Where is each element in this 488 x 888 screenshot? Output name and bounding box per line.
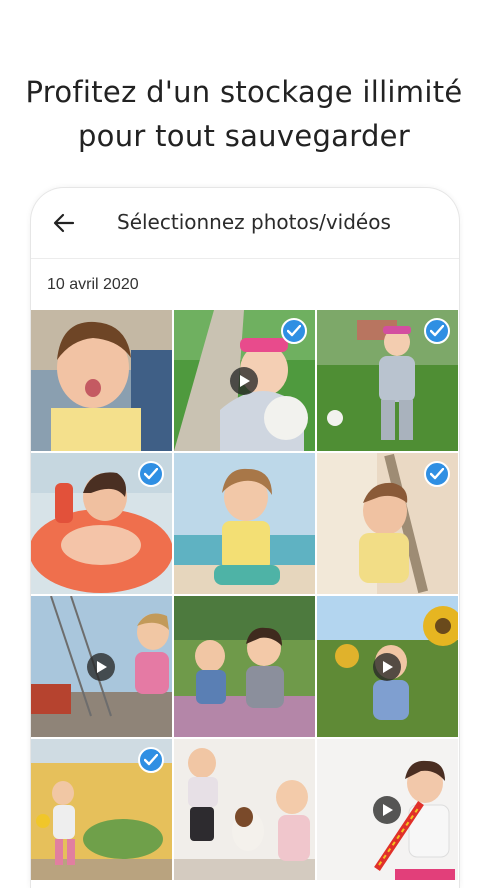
photo-image	[31, 310, 172, 451]
selected-check-icon[interactable]	[138, 461, 164, 487]
headline-line-2: pour tout sauvegarder	[77, 119, 411, 153]
photo-thumbnail[interactable]	[174, 739, 315, 880]
headline-line-1: Profitez d'un stockage illimité	[25, 75, 463, 109]
photo-thumbnail[interactable]	[31, 596, 172, 737]
photo-grid	[31, 310, 459, 880]
photo-image	[174, 739, 315, 880]
play-icon	[373, 796, 401, 824]
photo-thumbnail[interactable]	[174, 596, 315, 737]
photo-thumbnail[interactable]	[31, 310, 172, 451]
photo-selector-card: Sélectionnez photos/vidéos 10 avril 2020	[30, 187, 460, 888]
play-icon	[230, 367, 258, 395]
photo-thumbnail[interactable]	[31, 739, 172, 880]
photo-thumbnail[interactable]	[317, 739, 458, 880]
play-icon	[87, 653, 115, 681]
photo-thumbnail[interactable]	[174, 310, 315, 451]
selected-check-icon[interactable]	[281, 318, 307, 344]
photo-thumbnail[interactable]	[317, 453, 458, 594]
photo-thumbnail[interactable]	[317, 310, 458, 451]
play-icon	[373, 653, 401, 681]
photo-thumbnail[interactable]	[174, 453, 315, 594]
selector-title: Sélectionnez photos/vidéos	[117, 210, 391, 234]
selected-check-icon[interactable]	[424, 461, 450, 487]
headline: Profitez d'un stockage illimité pour tou…	[0, 70, 488, 158]
photo-thumbnail[interactable]	[31, 453, 172, 594]
selected-check-icon[interactable]	[138, 747, 164, 773]
photo-image	[174, 596, 315, 737]
photo-thumbnail[interactable]	[317, 596, 458, 737]
photo-image	[174, 453, 315, 594]
back-button[interactable]	[51, 210, 77, 236]
date-header: 10 avril 2020	[47, 276, 139, 293]
arrow-left-icon	[53, 213, 75, 233]
selector-top-bar: Sélectionnez photos/vidéos	[31, 188, 459, 259]
selected-check-icon[interactable]	[424, 318, 450, 344]
